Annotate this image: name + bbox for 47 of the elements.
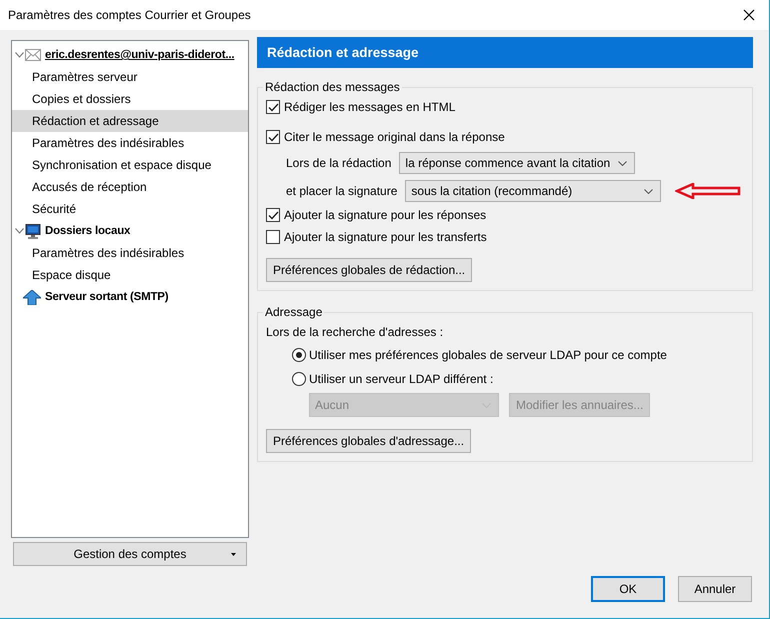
radio-label: Utiliser un serveur LDAP différent : (309, 372, 494, 386)
sidebar-item[interactable]: Espace disque (12, 264, 248, 286)
checkbox-label: Rédiger les messages en HTML (284, 100, 456, 114)
preferences-button[interactable]: Préférences globales d'adressage... (266, 429, 472, 453)
sidebar-item[interactable]: Rédaction et adressage (12, 110, 248, 132)
dialog-button[interactable]: Annuler (678, 576, 752, 602)
checkbox[interactable] (266, 130, 280, 144)
envelope-icon (25, 49, 41, 61)
checkbox-label: Ajouter la signature pour les transferts (284, 230, 487, 244)
checkbox-label: Ajouter la signature pour les réponses (284, 208, 486, 222)
group-title: Rédaction des messages (264, 80, 401, 94)
panel-header: Rédaction et adressage (257, 37, 753, 68)
account-name[interactable]: eric.desrentes@univ-paris-diderot... (45, 49, 234, 61)
sidebar-item[interactable]: Copies et dossiers (12, 88, 248, 110)
chevron-icon (644, 188, 654, 194)
field-label: Lors de la rédaction (286, 156, 392, 170)
dialog-button[interactable]: OK (591, 576, 665, 602)
checkbox-label: Citer le message original dans la réponse (284, 130, 505, 144)
sidebar-item[interactable]: Paramètres des indésirables (12, 132, 248, 154)
upload-arrow-icon (23, 290, 41, 304)
field-label: et placer la signature (286, 184, 398, 198)
preferences-button[interactable]: Préférences globales de rédaction... (266, 258, 472, 282)
manage-accounts-button[interactable]: Gestion des comptes (13, 542, 247, 566)
radio-button[interactable] (292, 348, 306, 362)
section-label: Lors de la recherche d'adresses : (266, 324, 444, 341)
dropdown[interactable]: la réponse commence avant la citation (399, 152, 636, 174)
account-name[interactable]: Serveur sortant (SMTP) (45, 291, 168, 303)
account-name[interactable]: Dossiers locaux (45, 225, 130, 237)
group-title: Adressage (264, 305, 324, 319)
close-icon[interactable] (743, 9, 755, 21)
chevron-icon[interactable] (15, 228, 24, 234)
chevron-icon[interactable] (15, 52, 24, 58)
radio-button[interactable] (292, 372, 306, 386)
dropdown[interactable]: sous la citation (recommandé) (405, 180, 662, 202)
checkbox[interactable] (266, 230, 280, 244)
checkbox[interactable] (266, 208, 280, 222)
checkbox[interactable] (266, 100, 280, 114)
computer-icon (25, 224, 41, 238)
chevron-icon (618, 160, 628, 166)
radio-label: Utiliser mes préférences globales de serveur LDAP pour ce compte (309, 348, 667, 362)
caret-icon (231, 553, 236, 556)
window-title: Paramètres des comptes Courrier et Groupes (8, 8, 251, 22)
sidebar-item[interactable]: Sécurité (12, 198, 248, 220)
sidebar-item[interactable]: Accusés de réception (12, 176, 248, 198)
sidebar-item[interactable]: Synchronisation et espace disque (12, 154, 248, 176)
sidebar-item[interactable]: Paramètres serveur (12, 66, 248, 88)
sidebar-item[interactable]: Paramètres des indésirables (12, 242, 248, 264)
